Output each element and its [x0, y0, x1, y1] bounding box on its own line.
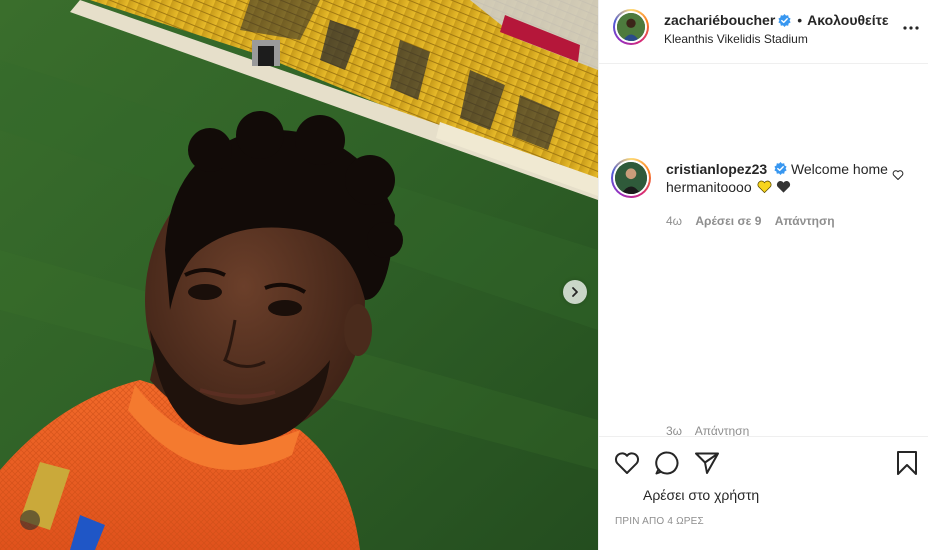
partial-comment-meta: 3ω Απάντηση — [666, 424, 759, 436]
comment-reply-button[interactable]: Απάντηση — [775, 214, 835, 228]
comment-text-block: cristianlopez23 Welcome home hermanitooo… — [666, 160, 896, 196]
bookmark-icon — [897, 451, 917, 475]
yellow-heart-icon — [757, 180, 772, 194]
stadium-selfie-image — [0, 0, 598, 550]
comment-button[interactable] — [653, 449, 681, 477]
more-options-button[interactable] — [901, 18, 921, 38]
comment-likes-count[interactable]: Αρέσει σε 9 — [695, 214, 761, 228]
separator-dot: • — [797, 12, 803, 28]
verified-badge-icon — [778, 13, 791, 27]
comment-meta: 4ω Αρέσει σε 9 Απάντηση — [666, 214, 845, 228]
author-username[interactable]: zachariéboucher — [664, 12, 775, 28]
black-heart-icon — [776, 180, 791, 194]
share-button[interactable] — [693, 449, 721, 477]
header-title-row: zachariéboucher • Ακολουθείτε — [664, 12, 889, 28]
like-button[interactable] — [613, 449, 641, 477]
post-location-link[interactable]: Kleanthis Vikelidis Stadium — [664, 32, 808, 46]
post-header: zachariéboucher • Ακολουθείτε Kleanthis … — [599, 0, 928, 64]
save-button[interactable] — [893, 449, 921, 477]
verified-badge-icon — [774, 162, 787, 175]
commenter-username[interactable]: cristianlopez23 — [666, 161, 767, 177]
next-photo-button[interactable] — [563, 280, 587, 304]
chevron-right-icon — [572, 287, 578, 297]
following-button[interactable]: Ακολουθείτε — [807, 12, 888, 28]
comments-list[interactable]: cristianlopez23 Welcome home hermanitooo… — [599, 64, 928, 436]
comment-icon — [655, 451, 679, 475]
post-side-panel: zachariéboucher • Ακολουθείτε Kleanthis … — [598, 0, 928, 550]
commenter-avatar-image — [615, 162, 647, 194]
comment-time[interactable]: 4ω — [666, 214, 682, 228]
post-photo[interactable] — [0, 0, 598, 550]
post-timestamp[interactable]: ΠΡΙΝ ΑΠΟ 4 ΩΡΕΣ — [615, 516, 704, 527]
heart-icon — [614, 452, 640, 474]
author-avatar[interactable] — [613, 9, 649, 45]
post-actions: Αρέσει στο χρήστη ΠΡΙΝ ΑΠΟ 4 ΩΡΕΣ — [599, 436, 928, 550]
more-options-icon — [903, 26, 919, 30]
author-avatar-image — [617, 13, 645, 41]
commenter-avatar[interactable] — [611, 158, 651, 198]
partial-comment-reply-button[interactable]: Απάντηση — [695, 424, 750, 436]
partial-comment-time[interactable]: 3ω — [666, 424, 682, 436]
paper-plane-icon — [695, 452, 719, 474]
likes-summary[interactable]: Αρέσει στο χρήστη — [643, 487, 759, 503]
heart-outline-icon — [892, 170, 904, 180]
comment-like-button[interactable] — [892, 169, 906, 183]
